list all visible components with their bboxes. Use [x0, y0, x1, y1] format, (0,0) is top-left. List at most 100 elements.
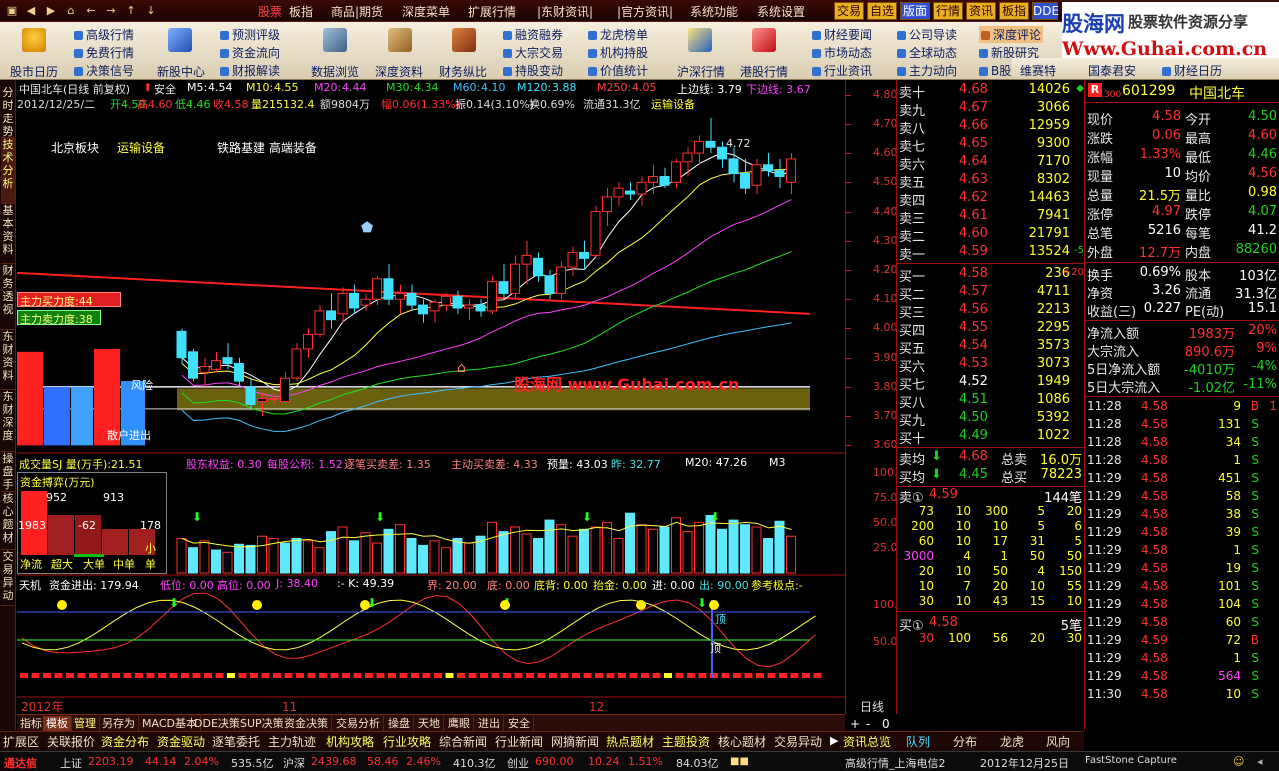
zoom-button-2[interactable]: 0 — [882, 717, 890, 731]
down-arrow-icon[interactable]: ↓ — [143, 3, 159, 18]
candle[interactable] — [452, 290, 463, 314]
candle[interactable] — [372, 275, 382, 306]
up-arrow-icon[interactable]: ↑ — [123, 3, 139, 18]
ext-tab-arrow-icon[interactable]: ▶ — [830, 734, 838, 747]
candle[interactable] — [728, 147, 739, 183]
indicator-tab-5[interactable]: DDE决策 — [191, 716, 244, 731]
tb-depth-review[interactable]: 深度评论 — [979, 26, 1044, 43]
tb-finance-compare[interactable]: 财务纵比 — [439, 63, 487, 80]
candle[interactable] — [383, 264, 394, 306]
ob-price[interactable]: 4.49 — [959, 428, 988, 446]
hk-quote-icon[interactable] — [752, 28, 776, 52]
ext-tab-12[interactable]: 主题投资 — [662, 734, 710, 750]
tb-gtja2[interactable]: 国泰君安 — [1088, 62, 1136, 79]
indicator-tab-9[interactable]: 操盘 — [385, 716, 414, 731]
candle[interactable] — [314, 305, 325, 338]
candle[interactable] — [487, 275, 497, 314]
tb-advanced-quote[interactable]: 高级行情 — [74, 26, 134, 43]
candle[interactable] — [199, 357, 210, 387]
side-tab-2[interactable]: 龙虎 — [1000, 734, 1024, 750]
data-browse-icon[interactable] — [323, 28, 347, 52]
candle[interactable] — [234, 357, 244, 387]
candle[interactable] — [349, 284, 359, 314]
ext-tab-11[interactable]: 热点题材 — [606, 734, 654, 750]
candle[interactable] — [740, 158, 750, 194]
tb-block-trade[interactable]: 大宗交易 — [503, 44, 563, 61]
tb-report[interactable]: 财报解读 — [220, 62, 280, 79]
left-tab-8[interactable]: 交易异动 — [1, 550, 15, 606]
calendar-icon[interactable] — [22, 28, 46, 52]
ob-price[interactable]: 4.66 — [959, 118, 988, 136]
zoom-button-1[interactable]: - — [866, 717, 870, 731]
menu-depth[interactable]: 深度菜单 — [402, 3, 450, 20]
tb-free-quote[interactable]: 免费行情 — [74, 44, 134, 61]
ext-tab-13[interactable]: 核心题材 — [718, 734, 766, 750]
ob-price[interactable]: 4.68 — [959, 82, 988, 100]
candle[interactable] — [579, 240, 589, 270]
indicator-tab-13[interactable]: 安全 — [505, 716, 534, 731]
ob-price[interactable]: 4.60 — [959, 226, 988, 244]
candle[interactable] — [533, 252, 543, 282]
tb-company-guide[interactable]: 公司导读 — [897, 26, 957, 43]
indicator-tab-8[interactable]: 交易分析 — [333, 716, 384, 731]
tb-decision-signal[interactable]: 决策信号 — [74, 62, 134, 79]
candle[interactable] — [498, 264, 509, 300]
left-tab-6[interactable]: 操盘手 — [1, 452, 15, 492]
tb-margin[interactable]: 融资融券 — [503, 26, 563, 43]
left-arrow-icon[interactable]: ← — [83, 3, 99, 18]
finance-compare-icon[interactable] — [452, 28, 476, 52]
candle[interactable] — [464, 299, 474, 320]
candle[interactable] — [510, 255, 520, 300]
candle[interactable] — [211, 351, 221, 373]
left-tab-0[interactable]: 分时走势 — [1, 86, 15, 138]
ext-tab-14[interactable]: 交易异动 — [774, 734, 822, 750]
right-arrow-icon[interactable]: → — [103, 3, 119, 18]
tb-industry-news[interactable]: 行业资讯 — [812, 62, 872, 79]
tb-dragon-list[interactable]: 龙虎榜单 — [588, 26, 648, 43]
side-tab-1[interactable]: 分布 — [953, 734, 977, 750]
tb-sh-sz-quote[interactable]: 沪深行情 — [677, 63, 725, 80]
candle[interactable] — [671, 158, 681, 189]
ob-price[interactable]: 4.53 — [959, 356, 988, 374]
tb-market-dynamics[interactable]: 市场动态 — [812, 44, 872, 61]
tb-vest2[interactable]: 维赛特 — [1020, 62, 1056, 79]
ob-price[interactable]: 4.54 — [959, 338, 988, 356]
dde-button[interactable]: DDE — [1032, 2, 1059, 20]
trade-button[interactable]: 交易 — [834, 2, 864, 20]
ext-tab-10[interactable]: 网摘新闻 — [551, 734, 599, 750]
candle[interactable] — [556, 261, 566, 300]
tb-data-browse[interactable]: 数据浏览 — [311, 63, 359, 80]
indicator-tab-0[interactable]: 指标 — [17, 716, 46, 731]
left-tab-2[interactable]: 基本资料 — [1, 204, 15, 264]
candle[interactable] — [418, 299, 428, 323]
tb-hk-quote[interactable]: 港股行情 — [740, 63, 788, 80]
ext-tab-0[interactable]: 扩展区 — [3, 734, 39, 750]
zoom-button-0[interactable]: + — [850, 717, 860, 731]
menu-extended[interactable]: 扩展行情 — [468, 3, 516, 20]
indicator-tab-10[interactable]: 天地 — [415, 716, 444, 731]
ob-price[interactable]: 4.64 — [959, 154, 988, 172]
candle[interactable] — [567, 246, 578, 276]
candle[interactable] — [280, 372, 290, 405]
menu-futures[interactable]: 商品|期货 — [331, 3, 383, 20]
candle[interactable] — [406, 284, 417, 311]
candle[interactable] — [326, 293, 336, 329]
candle[interactable] — [441, 293, 451, 311]
candle[interactable] — [613, 182, 624, 206]
side-tab-0[interactable]: 队列 — [906, 734, 930, 750]
menu-eastmoney-news[interactable]: |东财资讯| — [537, 3, 593, 20]
ipo-center-icon[interactable] — [168, 28, 192, 52]
candle[interactable] — [303, 328, 313, 358]
ob-price[interactable]: 4.67 — [959, 100, 988, 118]
ext-tab-3[interactable]: 资金驱动 — [157, 734, 205, 750]
ext-tab-15[interactable]: 资讯总览 — [843, 734, 891, 750]
candle[interactable] — [176, 328, 187, 364]
candle[interactable] — [705, 118, 716, 154]
indicator-tab-12[interactable]: 进出 — [475, 716, 504, 731]
left-tab-5[interactable]: 东财深度 — [1, 390, 15, 452]
ob-price[interactable]: 4.61 — [959, 208, 988, 226]
ob-price[interactable]: 4.51 — [959, 392, 988, 410]
candle[interactable] — [602, 188, 612, 227]
indicator-tab-11[interactable]: 鹰眼 — [445, 716, 474, 731]
candle[interactable] — [751, 158, 762, 194]
